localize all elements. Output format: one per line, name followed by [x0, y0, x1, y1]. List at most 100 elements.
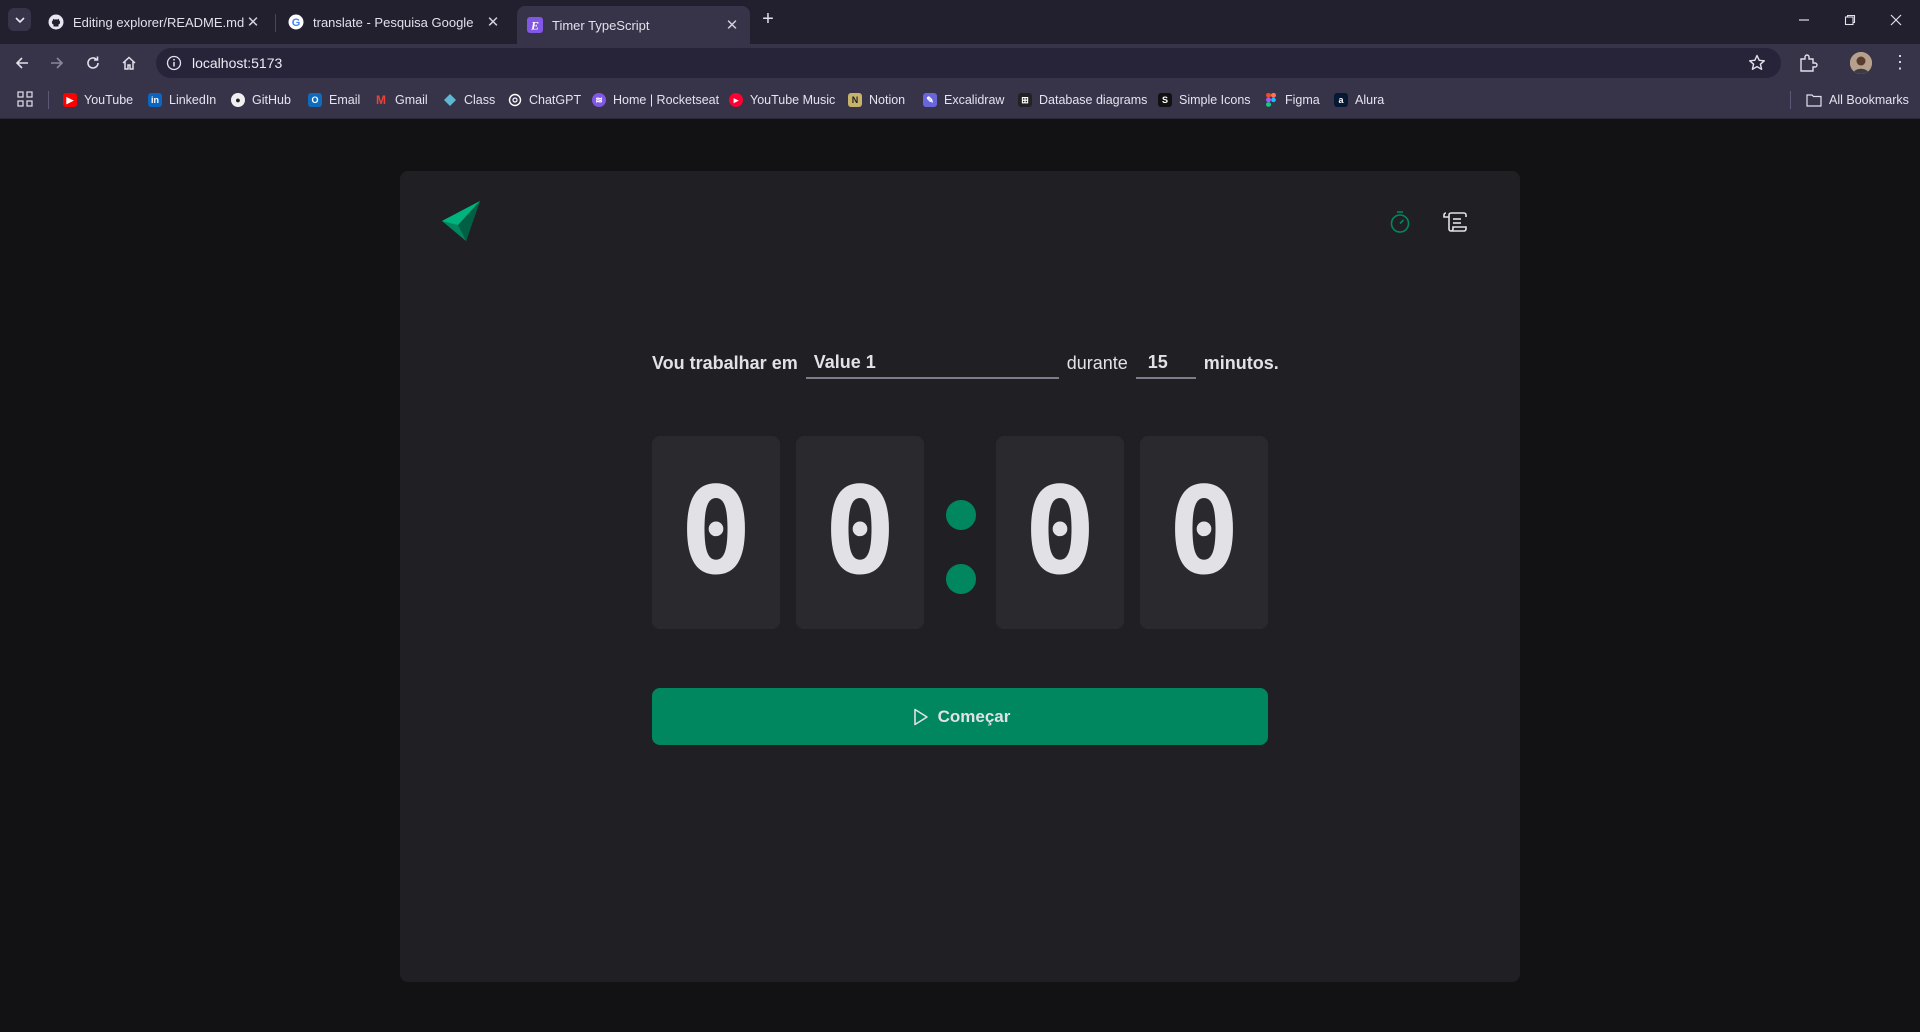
url-text: localhost:5173 — [192, 55, 283, 71]
bookmark-email[interactable]: O Email — [308, 90, 360, 110]
ignite-logo-icon[interactable] — [440, 201, 482, 243]
bookmark-label: LinkedIn — [169, 93, 217, 107]
task-input[interactable] — [805, 347, 1059, 379]
bookmarks-divider — [1790, 91, 1791, 109]
svg-text:G: G — [292, 17, 301, 29]
bookmark-gmail[interactable]: M Gmail — [374, 90, 428, 110]
forward-button[interactable] — [45, 51, 69, 75]
close-icon[interactable]: ✕ — [485, 14, 501, 31]
minimize-icon[interactable] — [1794, 10, 1814, 30]
page-viewport: Vou trabalhar em durante minutos. 0 0 0 … — [0, 120, 1920, 1032]
tab-google-translate[interactable]: G translate - Pesquisa Google ✕ — [278, 6, 511, 38]
excalidraw-icon: ✎ — [923, 93, 937, 107]
timer-card: Vou trabalhar em durante minutos. 0 0 0 … — [400, 171, 1520, 982]
minutes-ones-digit: 0 — [796, 436, 924, 629]
home-button[interactable] — [117, 51, 141, 75]
task-form: Vou trabalhar em durante minutos. — [652, 343, 1279, 383]
reload-button[interactable] — [81, 51, 105, 75]
close-icon[interactable]: ✕ — [245, 14, 261, 31]
apps-grid-icon[interactable] — [17, 91, 33, 107]
bookmarks-bar: ▶ YouTube in LinkedIn ● GitHub O Email M… — [0, 81, 1920, 119]
bookmark-excalidraw[interactable]: ✎ Excalidraw — [923, 90, 1004, 110]
profile-avatar[interactable] — [1850, 52, 1872, 74]
start-button-label: Começar — [937, 706, 1011, 726]
all-bookmarks-button[interactable]: All Bookmarks — [1806, 90, 1909, 110]
bookmark-label: Figma — [1285, 93, 1320, 107]
bookmark-label: Class — [464, 93, 496, 107]
address-bar[interactable]: localhost:5173 — [156, 48, 1781, 78]
start-button[interactable]: Começar — [652, 688, 1268, 745]
bookmark-github[interactable]: ● GitHub — [231, 90, 291, 110]
tab-title: translate - Pesquisa Google — [313, 14, 474, 30]
class-icon — [443, 93, 457, 107]
tab-title: Editing explorer/README.md at — [73, 14, 245, 30]
bookmark-chatgpt[interactable]: ChatGPT — [508, 90, 581, 110]
alura-icon: a — [1334, 93, 1348, 107]
tab-title: Timer TypeScript — [552, 17, 650, 33]
tab-timer-typescript[interactable]: E Timer TypeScript ✕ — [517, 6, 750, 44]
arrow-right-icon — [51, 57, 64, 69]
minutes-input[interactable] — [1135, 347, 1196, 379]
tab-search-button[interactable] — [8, 8, 31, 31]
during-label: durante — [1066, 352, 1128, 373]
bookmark-label: Alura — [1355, 93, 1385, 107]
chatgpt-icon — [508, 93, 522, 107]
task-label: Vou trabalhar em — [652, 352, 798, 373]
reload-icon — [87, 56, 99, 69]
new-tab-button[interactable]: + — [759, 9, 777, 31]
bookmark-label: ChatGPT — [529, 93, 582, 107]
history-scroll-icon[interactable] — [1442, 209, 1468, 235]
timer-nav-icon[interactable] — [1387, 209, 1413, 235]
gmail-icon: M — [376, 93, 386, 107]
bookmark-database-diagrams[interactable]: ⊞ Database diagrams — [1018, 90, 1147, 110]
figma-icon — [1264, 93, 1278, 107]
minutes-label: minutos. — [1203, 352, 1279, 373]
youtube-music-icon: ▸ — [729, 93, 743, 107]
all-bookmarks-label: All Bookmarks — [1829, 93, 1909, 107]
bookmark-class[interactable]: Class — [443, 90, 495, 110]
notion-icon: N — [848, 93, 862, 107]
bookmark-notion[interactable]: N Notion — [848, 90, 905, 110]
simple-icons-icon: S — [1158, 93, 1172, 107]
folder-icon — [1806, 94, 1822, 107]
bookmark-youtube[interactable]: ▶ YouTube — [63, 90, 133, 110]
rocketseat-icon: ≋ — [592, 93, 606, 107]
bookmark-rocketseat[interactable]: ≋ Home | Rocketseat — [592, 90, 719, 110]
bookmark-label: Email — [329, 93, 361, 107]
arrow-left-icon — [15, 57, 28, 69]
bookmark-label: GitHub — [252, 93, 291, 107]
home-icon — [122, 56, 136, 70]
dbdiagram-icon: ⊞ — [1018, 93, 1032, 107]
play-icon — [913, 708, 928, 725]
extensions-icon[interactable] — [1797, 52, 1819, 74]
browser-menu-icon[interactable]: ⋮ — [1889, 52, 1911, 74]
tab-github-readme[interactable]: Editing explorer/README.md at ✕ — [38, 6, 271, 38]
bookmark-label: Home | Rocketseat — [613, 93, 720, 107]
seconds-tens-digit: 0 — [996, 436, 1124, 629]
google-icon: G — [288, 14, 304, 30]
close-window-icon[interactable] — [1886, 10, 1906, 30]
restore-icon[interactable] — [1840, 10, 1860, 30]
seconds-ones-digit: 0 — [1140, 436, 1268, 629]
bookmark-label: YouTube — [84, 93, 134, 107]
youtube-icon: ▶ — [63, 93, 77, 107]
bookmark-label: YouTube Music — [750, 93, 836, 107]
bookmark-simple-icons[interactable]: S Simple Icons — [1158, 90, 1251, 110]
back-button[interactable] — [10, 51, 34, 75]
linkedin-icon: in — [148, 93, 162, 107]
svg-text:E: E — [530, 19, 539, 33]
browser-tab-strip: Editing explorer/README.md at ✕ G transl… — [0, 0, 1920, 44]
outlook-icon: O — [308, 93, 322, 107]
bookmark-star-icon[interactable] — [1747, 53, 1767, 73]
bookmark-youtube-music[interactable]: ▸ YouTube Music — [729, 90, 835, 110]
bookmark-figma[interactable]: Figma — [1264, 90, 1320, 110]
site-info-icon[interactable] — [166, 55, 182, 71]
github-icon: ● — [231, 93, 245, 107]
countdown: 0 0 0 0 — [652, 436, 1268, 629]
bookmark-alura[interactable]: a Alura — [1334, 90, 1384, 110]
bookmark-linkedin[interactable]: in LinkedIn — [148, 90, 216, 110]
tab-divider — [275, 14, 276, 32]
bookmark-label: Simple Icons — [1179, 93, 1251, 107]
close-icon[interactable]: ✕ — [724, 17, 740, 34]
github-icon — [48, 14, 64, 30]
